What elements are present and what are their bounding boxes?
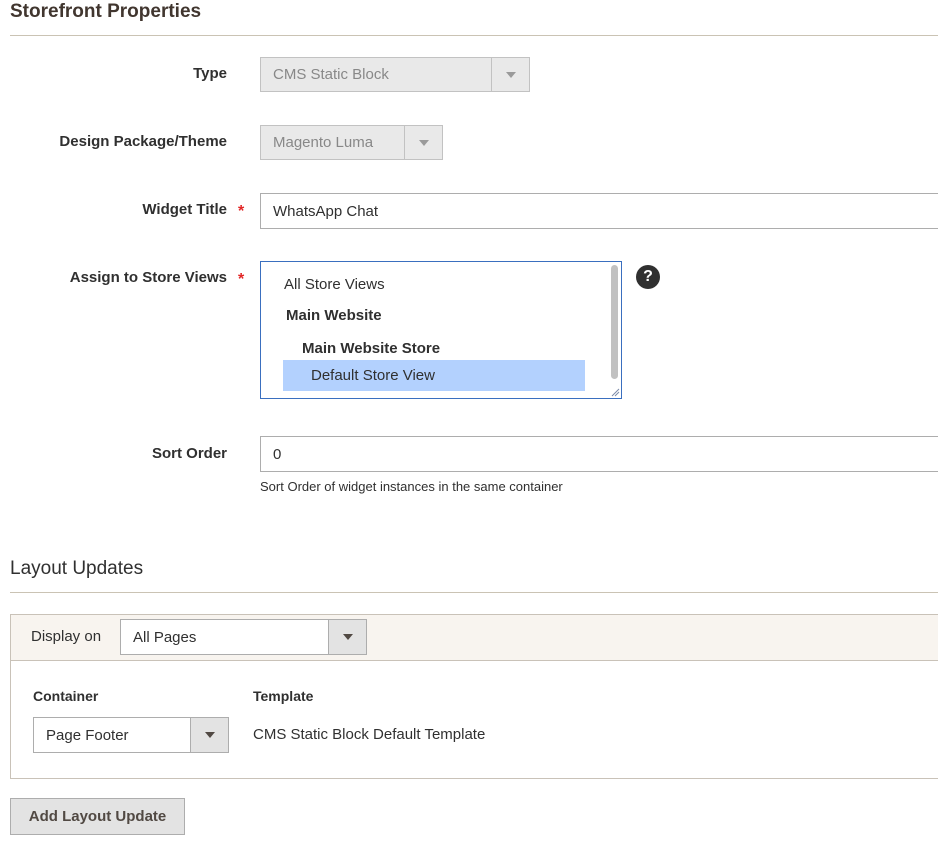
required-marker: *	[238, 203, 245, 220]
store-view-option-default[interactable]: Default Store View	[283, 360, 585, 391]
type-select[interactable]: CMS Static Block	[260, 57, 530, 92]
chevron-down-icon	[328, 620, 366, 654]
storefront-section-title[interactable]: Storefront Properties	[10, 1, 201, 23]
required-marker: *	[238, 271, 245, 288]
theme-label: Design Package/Theme	[59, 133, 227, 150]
container-column-header: Container	[33, 688, 99, 704]
store-views-multiselect[interactable]: All Store Views Main Website Main Websit…	[260, 261, 622, 399]
container-select[interactable]: Page Footer	[33, 717, 229, 753]
type-select-value: CMS Static Block	[273, 66, 389, 83]
store-view-group-store: Main Website Store	[302, 340, 441, 357]
layout-update-header: Display on All Pages	[11, 615, 938, 661]
sort-order-label: Sort Order	[151, 445, 227, 462]
sort-order-note: Sort Order of widget instances in the sa…	[260, 479, 563, 494]
add-layout-update-button[interactable]: Add Layout Update	[10, 798, 185, 835]
theme-select-value: Magento Luma	[273, 134, 374, 151]
resize-grip-icon[interactable]	[611, 388, 620, 397]
template-column-header: Template	[253, 688, 314, 704]
chevron-down-icon	[404, 126, 442, 159]
store-view-group-website: Main Website	[286, 307, 382, 324]
theme-select[interactable]: Magento Luma	[260, 125, 443, 160]
container-select-value: Page Footer	[46, 726, 129, 744]
chevron-down-icon	[190, 718, 228, 752]
widget-title-input[interactable]: WhatsApp Chat	[260, 193, 938, 229]
multiselect-scrollbar[interactable]	[611, 265, 618, 379]
section-divider	[10, 592, 938, 593]
type-label: Type	[193, 65, 227, 82]
help-icon[interactable]: ?	[636, 265, 660, 289]
store-views-label: Assign to Store Views	[69, 269, 227, 286]
sort-order-input[interactable]: 0	[260, 436, 938, 472]
chevron-down-icon	[491, 58, 529, 91]
layout-updates-title[interactable]: Layout Updates	[10, 558, 143, 580]
widget-title-label: Widget Title	[142, 201, 227, 218]
display-on-value: All Pages	[133, 628, 197, 646]
section-divider	[10, 35, 938, 36]
template-value: CMS Static Block Default Template	[253, 726, 486, 743]
display-on-label: Display on	[31, 628, 102, 645]
display-on-select[interactable]: All Pages	[120, 619, 367, 655]
layout-update-panel: Display on All Pages Container Template …	[10, 614, 938, 779]
store-view-option-all[interactable]: All Store Views	[284, 276, 385, 293]
